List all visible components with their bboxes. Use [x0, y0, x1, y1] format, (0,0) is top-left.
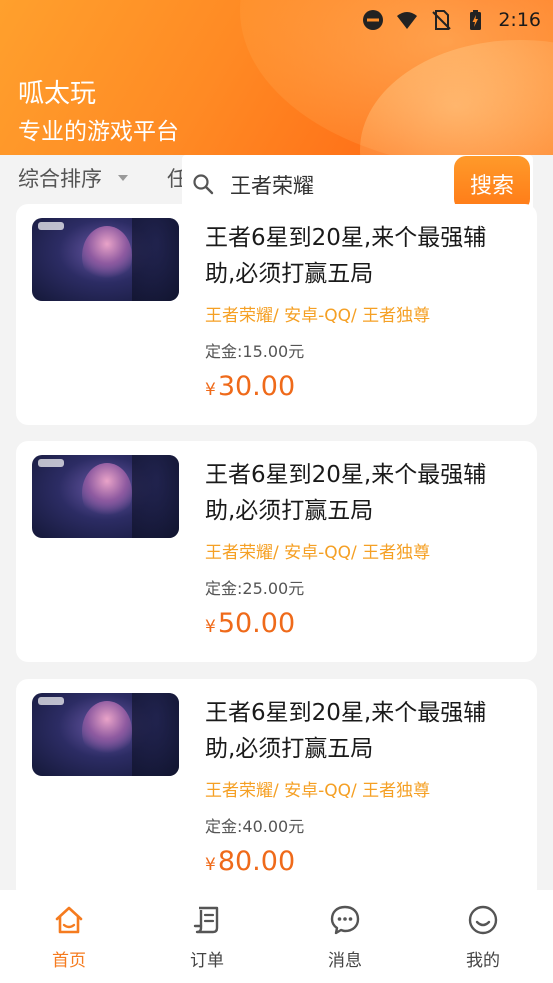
wifi-icon [397, 12, 418, 29]
no-sim-icon [432, 10, 452, 30]
search-button[interactable]: 搜索 [454, 156, 530, 211]
price-value: 50.00 [217, 608, 296, 639]
listing-deposit: 定金:40.00元 [205, 817, 305, 836]
caret-down-icon[interactable] [118, 175, 128, 181]
listing-title: 王者6星到20星,来个最强辅助,必须打赢五局 [205, 225, 487, 287]
currency-symbol: ¥ [205, 380, 216, 400]
listing-tags: 王者荣耀/ 安卓-QQ/ 王者独尊 [205, 781, 431, 801]
message-icon [330, 905, 360, 935]
game-thumbnail [32, 218, 179, 301]
listing-price: ¥30.00 [205, 371, 295, 402]
thumbnail-art [132, 218, 179, 301]
app-title: 呱太玩 [18, 79, 97, 109]
game-logo [38, 459, 64, 467]
listing-deposit: 定金:15.00元 [205, 342, 305, 361]
price-value: 30.00 [217, 371, 296, 402]
do-not-disturb-icon [363, 10, 384, 30]
app-subtitle: 专业的游戏平台 [18, 119, 179, 145]
tab-home[interactable]: 首页 [0, 890, 138, 983]
thumbnail-art [82, 463, 132, 523]
listing-tags: 王者荣耀/ 安卓-QQ/ 王者独尊 [205, 543, 431, 563]
listing-card[interactable]: 王者6星到20星,来个最强辅助,必须打赢五局 王者荣耀/ 安卓-QQ/ 王者独尊… [16, 441, 537, 662]
tab-label: 首页 [52, 951, 86, 971]
tab-messages[interactable]: 消息 [276, 890, 414, 983]
tab-label: 消息 [328, 951, 362, 971]
tab-orders[interactable]: 订单 [138, 890, 276, 983]
listing-card[interactable]: 王者6星到20星,来个最强辅助,必须打赢五局 王者荣耀/ 安卓-QQ/ 王者独尊… [16, 679, 537, 900]
game-logo [38, 222, 64, 230]
sort-dropdown[interactable]: 综合排序 [18, 163, 102, 193]
tab-label: 订单 [190, 951, 224, 971]
thumbnail-art [132, 455, 179, 538]
search-input[interactable] [228, 165, 452, 205]
battery-charging-icon [470, 10, 482, 30]
currency-symbol: ¥ [205, 855, 216, 875]
profile-icon [468, 905, 498, 935]
listing-tags: 王者荣耀/ 安卓-QQ/ 王者独尊 [205, 306, 431, 326]
listing-title: 王者6星到20星,来个最强辅助,必须打赢五局 [205, 462, 487, 524]
tab-profile[interactable]: 我的 [414, 890, 552, 983]
game-thumbnail [32, 693, 179, 776]
listing-deposit: 定金:25.00元 [205, 579, 305, 598]
status-time: 2:16 [498, 9, 541, 31]
bottom-tab-bar: 首页 订单 消息 我的 [0, 890, 553, 983]
listing-card[interactable]: 王者6星到20星,来个最强辅助,必须打赢五局 王者荣耀/ 安卓-QQ/ 王者独尊… [16, 204, 537, 425]
order-icon [193, 906, 219, 934]
search-icon [193, 174, 214, 195]
listing-title: 王者6星到20星,来个最强辅助,必须打赢五局 [205, 700, 487, 762]
currency-symbol: ¥ [205, 617, 216, 637]
listing-price: ¥80.00 [205, 846, 295, 877]
home-icon [55, 906, 83, 934]
thumbnail-art [132, 693, 179, 776]
game-logo [38, 697, 64, 705]
status-bar: 2:16 [362, 6, 541, 34]
thumbnail-art [82, 701, 132, 761]
game-thumbnail [32, 455, 179, 538]
thumbnail-art [82, 226, 132, 286]
listing-price: ¥50.00 [205, 608, 295, 639]
tab-label: 我的 [466, 951, 500, 971]
price-value: 80.00 [217, 846, 296, 877]
